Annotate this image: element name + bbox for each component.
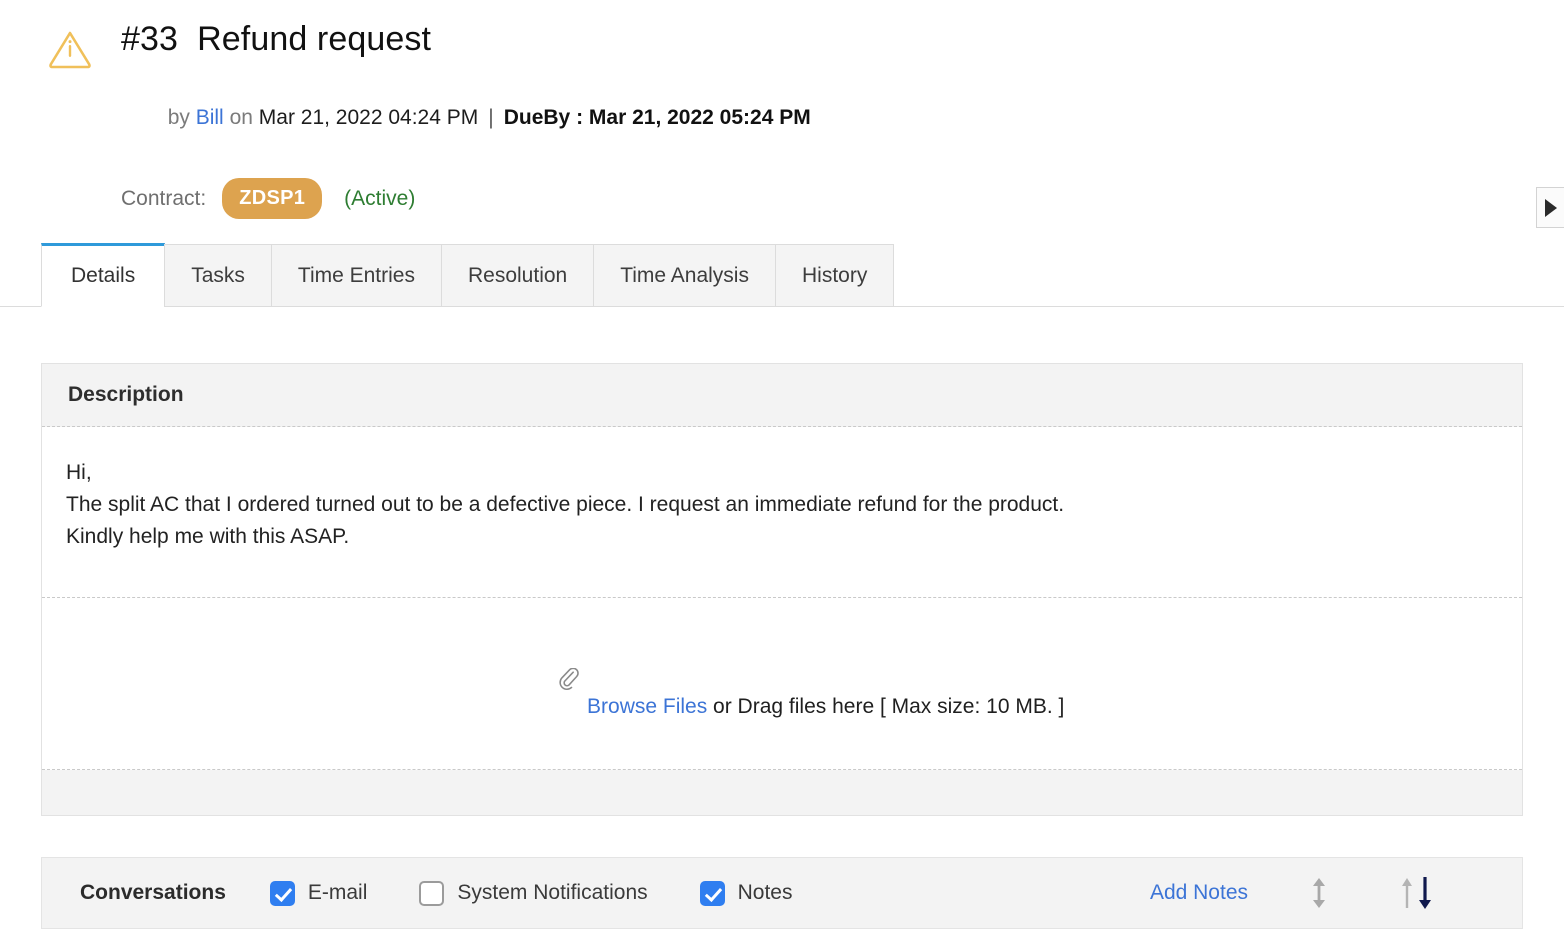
description-heading: Description	[42, 364, 1522, 427]
sort-descending-icon[interactable]	[1396, 875, 1436, 911]
description-line: The split AC that I ordered turned out t…	[66, 489, 1496, 521]
description-body: Hi, The split AC that I ordered turned o…	[42, 427, 1522, 598]
browse-files-link[interactable]: Browse Files	[587, 695, 707, 718]
page-title: #33 Refund request	[121, 18, 811, 60]
description-panel: Description Hi, The split AC that I orde…	[41, 363, 1523, 816]
tab-resolution[interactable]: Resolution	[441, 244, 594, 307]
dropzone-hint: or Drag files here [ Max size: 10 MB. ]	[707, 695, 1064, 718]
tab-list: Details Tasks Time Entries Resolution Ti…	[41, 243, 894, 307]
tab-time-entries[interactable]: Time Entries	[271, 244, 442, 307]
contract-status: (Active)	[344, 184, 415, 214]
ticket-header: #33 Refund request by Bill on Mar 21, 20…	[0, 0, 1564, 219]
warning-triangle-icon	[47, 26, 93, 72]
file-dropzone[interactable]: Browse Files or Drag files here [ Max si…	[42, 598, 1522, 770]
tab-time-analysis[interactable]: Time Analysis	[593, 244, 776, 307]
dueby-label: DueBy :	[504, 106, 583, 129]
paperclip-icon	[523, 644, 580, 722]
contract-label: Contract:	[121, 184, 206, 214]
tab-tasks[interactable]: Tasks	[164, 244, 272, 307]
ticket-meta: by Bill on Mar 21, 2022 04:24 PM|DueBy :…	[121, 73, 811, 163]
description-line: Kindly help me with this ASAP.	[66, 521, 1496, 553]
filter-system-notifications-label: System Notifications	[457, 881, 647, 905]
description-line: Hi,	[66, 457, 1496, 489]
due-timestamp: Mar 21, 2022 05:24 PM	[589, 106, 811, 129]
author-link[interactable]: Bill	[196, 106, 224, 129]
filter-email-label: E-mail	[308, 881, 368, 905]
filter-notes-label: Notes	[738, 881, 793, 905]
tab-details[interactable]: Details	[41, 243, 165, 307]
on-label: on	[230, 106, 253, 129]
meta-separator: |	[478, 106, 503, 129]
by-label: by	[168, 106, 190, 129]
expand-collapse-arrows-icon[interactable]	[1308, 876, 1330, 910]
add-notes-link[interactable]: Add Notes	[1150, 881, 1248, 905]
tab-bar: Details Tasks Time Entries Resolution Ti…	[0, 245, 1564, 307]
tab-history[interactable]: History	[775, 244, 894, 307]
filter-email[interactable]: E-mail	[270, 881, 368, 906]
filter-system-notifications[interactable]: System Notifications	[419, 881, 647, 906]
contract-badge[interactable]: ZDSP1	[222, 178, 322, 219]
checkbox-system-notifications[interactable]	[419, 881, 444, 906]
description-footer	[42, 770, 1522, 815]
chevron-right-icon	[1545, 199, 1557, 217]
conversations-title: Conversations	[80, 881, 226, 905]
conversations-bar: Conversations E-mail System Notification…	[41, 857, 1523, 929]
checkbox-notes[interactable]	[700, 881, 725, 906]
filter-notes[interactable]: Notes	[700, 881, 793, 906]
created-timestamp: Mar 21, 2022 04:24 PM	[259, 106, 478, 129]
contract-row: Contract: ZDSP1 (Active)	[121, 178, 811, 219]
checkbox-email[interactable]	[270, 881, 295, 906]
right-panel-expander[interactable]	[1536, 187, 1564, 228]
